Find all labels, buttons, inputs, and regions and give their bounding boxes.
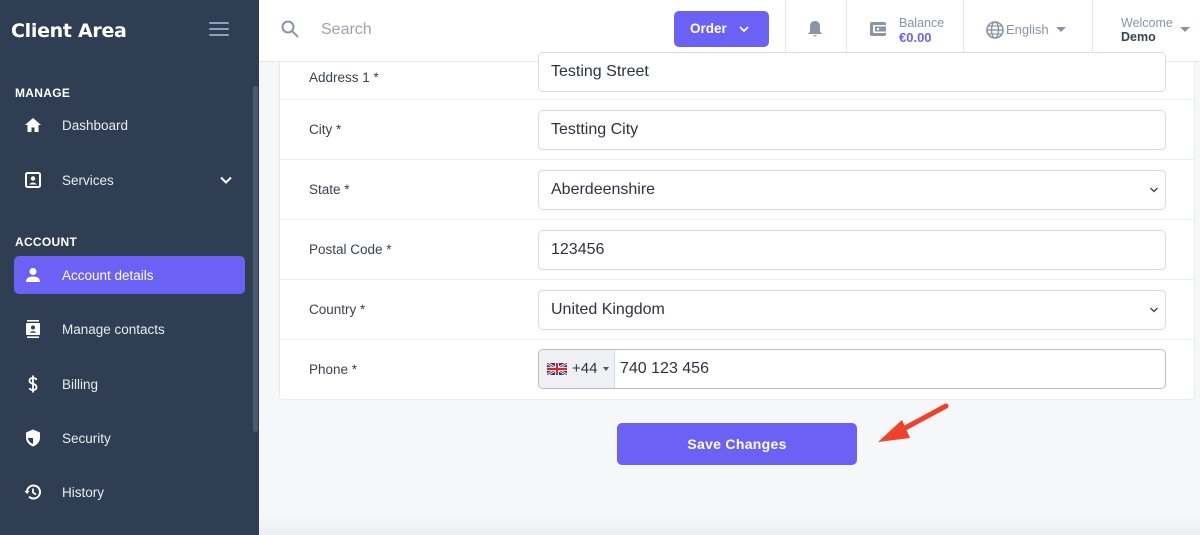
account-details-form: Address 1 * Testing Street City * Testti… [279, 52, 1195, 400]
phone-input[interactable]: +44 740 123 456 [538, 349, 1166, 389]
caret-down-icon [1056, 27, 1066, 32]
save-changes-label: Save Changes [687, 436, 787, 452]
country-label: Country * [309, 302, 366, 317]
history-icon [24, 484, 41, 500]
city-value: Testting City [551, 121, 639, 138]
form-row-phone: Phone * +44 740 123 456 [280, 340, 1194, 400]
sidebar-item-label: History [62, 484, 105, 500]
chevron-down-icon [1150, 187, 1158, 193]
sidebar-item-label: Manage contacts [62, 321, 165, 337]
phone-value: 740 123 456 [620, 360, 709, 377]
city-input[interactable]: Testting City [538, 110, 1166, 150]
order-button-label: Order [690, 21, 727, 36]
address1-value: Testing Street [551, 63, 649, 80]
sidebar-item-label: Account details [62, 267, 154, 283]
form-row-city: City * Testting City [280, 100, 1194, 160]
form-row-state: State * Aberdeenshire [280, 160, 1194, 220]
sidebar-item-security[interactable]: Security [14, 419, 245, 457]
chevron-down-icon [1150, 307, 1158, 313]
state-value: Aberdeenshire [551, 181, 656, 198]
country-value: United Kingdom [551, 301, 665, 318]
globe-icon[interactable] [985, 20, 1005, 40]
sidebar-item-label: Billing [62, 376, 99, 392]
contacts-icon [26, 320, 40, 338]
address1-label: Address 1 * [309, 70, 379, 85]
sidebar-scrollbar[interactable] [253, 86, 258, 432]
wallet-icon [870, 22, 886, 36]
search-input[interactable] [321, 18, 521, 42]
phone-label: Phone * [309, 362, 358, 377]
country-code-selector[interactable]: +44 [539, 350, 615, 388]
postal-code-label: Postal Code * [309, 242, 392, 257]
welcome-label: Welcome [1121, 16, 1173, 30]
state-label: State * [309, 182, 350, 197]
sidebar-item-dashboard[interactable]: Dashboard [14, 106, 245, 144]
postal-code-input[interactable]: 123456 [538, 230, 1166, 270]
caret-down-icon [603, 367, 609, 371]
form-row-postal-code: Postal Code * 123456 [280, 220, 1194, 280]
form-row-address1: Address 1 * Testing Street [280, 40, 1194, 100]
balance-label: Balance [899, 16, 945, 30]
sidebar-item-history[interactable]: History [14, 473, 245, 511]
state-select[interactable]: Aberdeenshire [538, 170, 1166, 210]
brand-title: Client Area [11, 20, 127, 42]
user-icon [26, 268, 40, 282]
sidebar: Client Area MANAGE Dashboard Services AC… [0, 0, 259, 535]
sidebar-item-account-details[interactable]: Account details [14, 256, 245, 294]
country-select[interactable]: United Kingdom [538, 290, 1166, 330]
uk-flag-icon [547, 363, 567, 375]
id-card-icon [25, 172, 41, 188]
section-label-account: ACCOUNT [15, 235, 78, 249]
sidebar-item-services[interactable]: Services [14, 161, 245, 199]
address1-input[interactable]: Testing Street [538, 52, 1166, 92]
postal-code-value: 123456 [551, 241, 605, 258]
annotation-arrow-icon [878, 403, 949, 442]
sidebar-item-label: Services [62, 172, 114, 188]
sidebar-item-label: Dashboard [62, 117, 129, 133]
sidebar-item-manage-contacts[interactable]: Manage contacts [14, 310, 245, 348]
city-label: City * [309, 122, 342, 137]
bell-icon[interactable] [805, 19, 825, 39]
save-changes-button[interactable]: Save Changes [617, 423, 857, 465]
section-label-manage: MANAGE [15, 86, 71, 100]
page-bottom [259, 515, 1200, 535]
search-icon [281, 20, 299, 38]
home-icon [25, 118, 41, 132]
shield-icon [26, 429, 40, 447]
form-row-country: Country * United Kingdom [280, 280, 1194, 340]
dial-code: +44 [572, 360, 598, 377]
sidebar-item-billing[interactable]: Billing [14, 365, 245, 403]
hamburger-menu-icon[interactable] [209, 22, 229, 38]
caret-down-icon[interactable] [1180, 27, 1190, 32]
dollar-icon [28, 375, 38, 393]
chevron-down-icon[interactable] [219, 173, 233, 187]
language-selector[interactable]: English [1006, 22, 1049, 37]
sidebar-item-label: Security [62, 430, 111, 446]
chevron-down-icon [739, 26, 749, 33]
